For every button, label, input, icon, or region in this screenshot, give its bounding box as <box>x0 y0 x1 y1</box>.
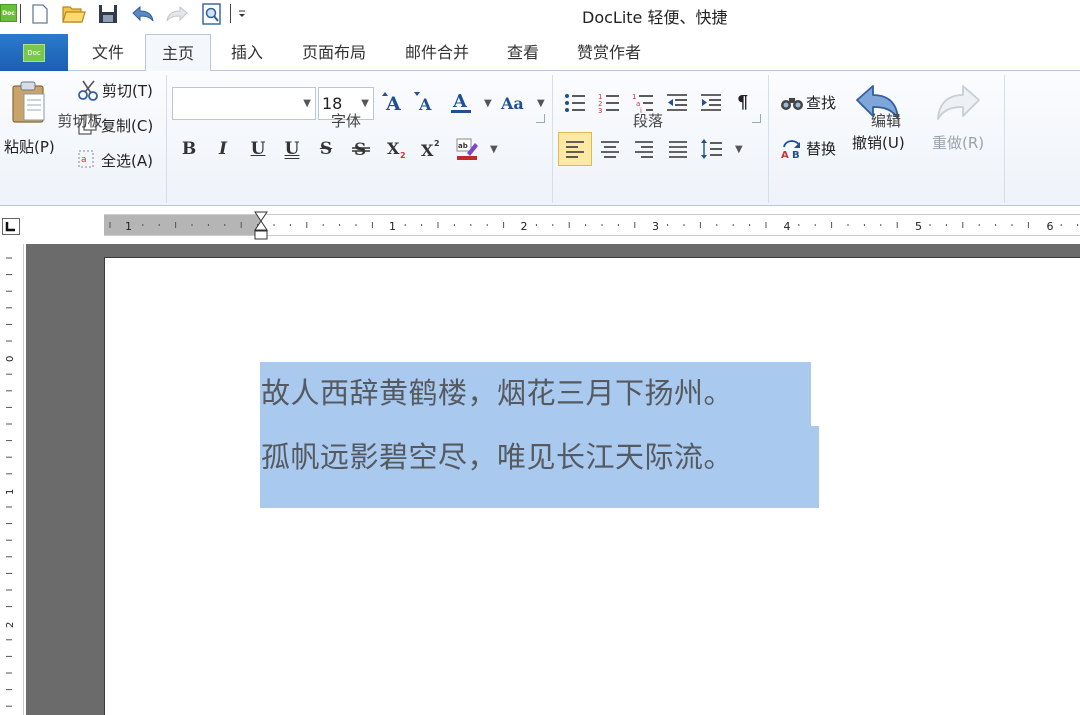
svg-text:2: 2 <box>400 151 406 160</box>
print-preview-icon[interactable] <box>199 2 225 26</box>
clipboard-group-label: 剪切板 <box>57 112 103 130</box>
cut-button[interactable]: 剪切(T) <box>78 79 153 101</box>
replace-label: 替换 <box>806 139 837 158</box>
vertical-ruler[interactable]: 0 1 2 <box>0 244 24 715</box>
svg-text:ab: ab <box>458 142 468 150</box>
svg-text:A: A <box>452 91 468 112</box>
tab-stop-selector[interactable] <box>2 218 20 235</box>
align-left-icon[interactable] <box>558 132 592 166</box>
separator <box>1004 75 1005 203</box>
paste-label: 粘贴(P) <box>4 138 55 156</box>
indent-marker-icon[interactable] <box>254 211 268 245</box>
customize-icon[interactable] <box>234 2 250 26</box>
ruler-number: 3 <box>652 220 659 233</box>
app-logo: Doc <box>23 43 45 62</box>
ribbon-tabs: Doc 文件 主页 插入 页面布局 邮件合并 查看 赞赏作者 <box>0 34 1080 72</box>
svg-text:B: B <box>792 150 800 159</box>
tab-insert[interactable]: 插入 <box>216 34 278 71</box>
tab-page-layout[interactable]: 页面布局 <box>289 34 379 71</box>
ruler-number: 1 <box>389 220 396 233</box>
svg-text:A: A <box>781 150 789 159</box>
ruler-ticks: 1 1 2 3 4 5 6 <box>109 220 1079 233</box>
svg-text:X: X <box>421 141 434 160</box>
svg-text:a: a <box>81 155 87 165</box>
separator <box>230 4 231 23</box>
redo-label: 重做(R) <box>932 134 985 152</box>
tab-view[interactable]: 查看 <box>495 34 551 71</box>
double-underline-icon[interactable]: U <box>281 137 303 161</box>
ruler-number: 5 <box>915 220 922 233</box>
scissors-icon <box>78 80 98 101</box>
document-line[interactable]: 孤帆远影碧空尽，唯见长江天际流。 <box>261 434 733 476</box>
ruler-number: 2 <box>5 622 16 628</box>
double-strikethrough-icon[interactable]: S <box>349 137 373 161</box>
chevron-down-icon[interactable]: ▼ <box>303 98 311 109</box>
separator <box>552 75 553 203</box>
subscript-icon[interactable]: X2 <box>385 137 409 161</box>
select-all-icon: a <box>78 150 94 168</box>
chevron-down-icon[interactable]: ▼ <box>537 98 545 109</box>
align-right-icon[interactable] <box>634 140 654 158</box>
separator <box>166 75 167 203</box>
open-icon[interactable] <box>61 2 87 26</box>
editing-group-label: 编辑 <box>870 112 901 130</box>
chevron-down-icon[interactable]: ▼ <box>735 144 743 155</box>
title-bar: Doc DocLite 轻便、快捷 <box>0 0 1080 28</box>
ruler-number: 4 <box>784 220 791 233</box>
font-group-label: 字体 <box>330 112 361 130</box>
new-icon[interactable] <box>27 2 53 26</box>
tab-support-author[interactable]: 赞赏作者 <box>564 34 654 71</box>
separator <box>768 75 769 203</box>
bold-icon[interactable]: B <box>178 137 200 161</box>
file-menu-button[interactable]: Doc <box>0 34 68 71</box>
tab-home[interactable]: 主页 <box>145 34 211 72</box>
tab-mail-merge[interactable]: 邮件合并 <box>392 34 482 71</box>
vertical-ruler-ticks: 0 1 2 <box>5 257 16 707</box>
horizontal-ruler[interactable]: 1 1 2 3 4 5 6 <box>104 211 1080 240</box>
undo-icon[interactable] <box>130 2 156 26</box>
chevron-down-icon[interactable]: ▼ <box>490 144 498 155</box>
document-line[interactable]: 故人西辞黄鹤楼，烟花三月下扬州。 <box>261 370 733 412</box>
select-all-button[interactable]: a 全选(A) <box>78 149 153 171</box>
undo-label: 撤销(U) <box>852 134 905 152</box>
ruler-number: 0 <box>5 356 16 362</box>
svg-text:2: 2 <box>434 139 440 148</box>
ruler-number: 1 <box>125 220 132 233</box>
window-title: DocLite 轻便、快捷 <box>582 8 728 27</box>
highlight-icon[interactable]: ab <box>455 137 481 161</box>
cut-label: 剪切(T) <box>102 81 153 100</box>
ruler-number: 2 <box>521 220 528 233</box>
tab-file[interactable]: 文件 <box>76 34 140 71</box>
app-logo: Doc <box>0 4 17 22</box>
svg-text:X: X <box>387 139 400 158</box>
save-icon[interactable] <box>95 2 121 26</box>
superscript-icon[interactable]: X2 <box>419 137 443 161</box>
ruler-number: 6 <box>1047 220 1054 233</box>
line-spacing-icon[interactable] <box>701 138 723 160</box>
align-center-icon[interactable] <box>600 140 620 158</box>
font-dialog-launcher-icon[interactable] <box>536 114 545 123</box>
ribbon <box>0 71 1080 206</box>
select-all-label: 全选(A) <box>101 151 153 170</box>
ruler-number: 1 <box>5 489 16 495</box>
separator <box>20 4 21 23</box>
underline-icon[interactable]: U <box>247 137 269 161</box>
chevron-down-icon[interactable]: ▼ <box>484 98 492 109</box>
strikethrough-icon[interactable]: S <box>315 137 337 161</box>
paragraph-dialog-launcher-icon[interactable] <box>752 114 761 123</box>
paragraph-group-label: 段落 <box>632 112 663 130</box>
italic-icon[interactable]: I <box>212 137 234 161</box>
svg-text:S: S <box>354 140 366 160</box>
justify-icon[interactable] <box>668 140 688 158</box>
redo-icon[interactable] <box>164 2 190 26</box>
replace-button[interactable]: AB 替换 <box>780 137 837 160</box>
replace-icon: AB <box>781 140 800 159</box>
